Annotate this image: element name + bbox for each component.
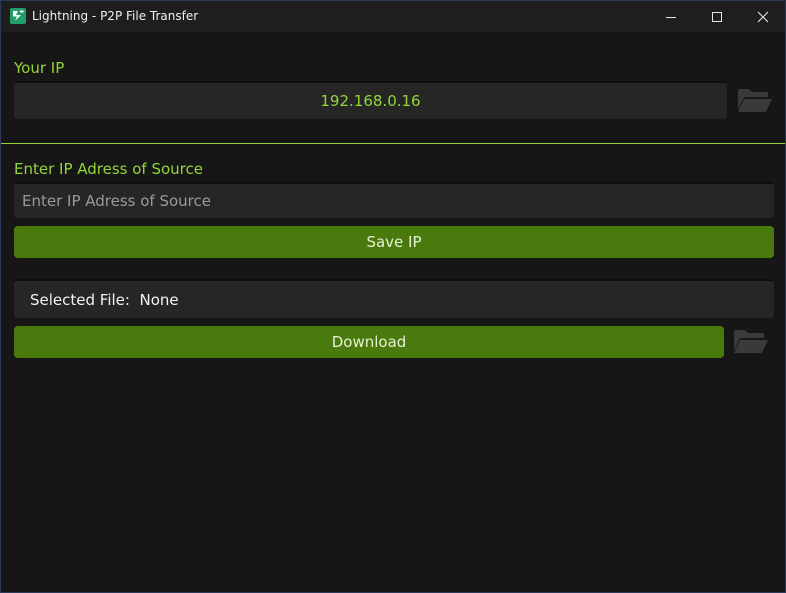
selected-file-value: None xyxy=(139,290,179,309)
save-ip-button[interactable]: Save IP xyxy=(14,226,774,258)
download-button-label: Download xyxy=(331,333,407,351)
section-divider xyxy=(1,143,785,144)
close-icon xyxy=(757,11,769,22)
title-bar[interactable]: Lightning - P2P File Transfer xyxy=(1,1,785,32)
minimize-icon xyxy=(666,16,676,18)
folder-open-icon[interactable] xyxy=(732,327,770,357)
your-ip-display: 192.168.0.16 xyxy=(14,81,727,119)
your-ip-label: Your IP xyxy=(14,59,65,77)
source-ip-label: Enter IP Adress of Source xyxy=(14,160,203,178)
close-button[interactable] xyxy=(740,1,785,32)
download-button[interactable]: Download xyxy=(14,326,724,358)
selected-file-label: Selected File: xyxy=(30,290,130,309)
maximize-icon xyxy=(712,11,722,22)
selected-file-display: Selected File: None xyxy=(14,279,774,318)
app-window: Lightning - P2P File Transfer Your IP 19… xyxy=(0,0,786,593)
window-title: Lightning - P2P File Transfer xyxy=(32,9,199,23)
maximize-button[interactable] xyxy=(694,1,740,32)
app-logo-icon xyxy=(10,8,26,24)
source-ip-input[interactable] xyxy=(14,182,774,218)
save-ip-button-label: Save IP xyxy=(366,233,422,251)
minimize-button[interactable] xyxy=(648,1,694,32)
your-ip-value: 192.168.0.16 xyxy=(320,92,421,110)
folder-open-icon[interactable] xyxy=(736,86,774,116)
